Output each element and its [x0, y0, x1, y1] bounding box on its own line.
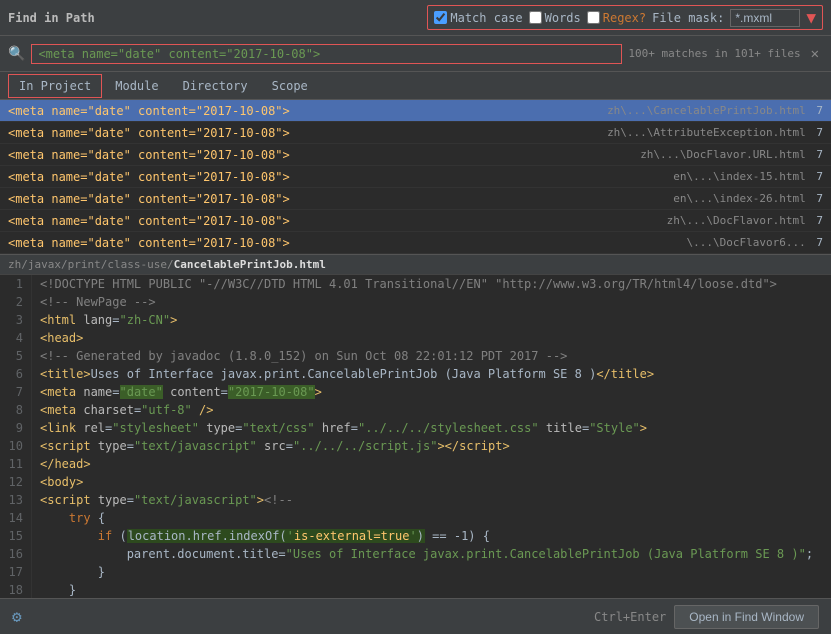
file-mask-label: File mask:: [652, 11, 724, 25]
code-line: 12 <body>: [0, 473, 831, 491]
code-line: 13 <script type="text/javascript"><!--: [0, 491, 831, 509]
words-option[interactable]: Words: [529, 11, 581, 25]
result-row[interactable]: <meta name="date" content="2017-10-08"> …: [0, 188, 831, 210]
match-count: 100+ matches in 101+ files: [628, 47, 800, 60]
result-file-path: zh\...\CancelablePrintJob.html 7: [607, 104, 823, 117]
result-row[interactable]: <meta name="date" content="2017-10-08"> …: [0, 122, 831, 144]
result-match-text: <meta name="date" content="2017-10-08">: [8, 104, 290, 118]
code-line: 14 try {: [0, 509, 831, 527]
result-row[interactable]: <meta name="date" content="2017-10-08"> …: [0, 210, 831, 232]
code-line-highlighted: 7 <meta name="date" content="2017-10-08"…: [0, 383, 831, 401]
filter-icon[interactable]: ▼: [806, 8, 816, 27]
result-file-path: zh\...\DocFlavor.html 7: [667, 214, 823, 227]
code-line: 9 <link rel="stylesheet" type="text/css"…: [0, 419, 831, 437]
result-row[interactable]: <meta name="date" content="2017-10-08"> …: [0, 166, 831, 188]
result-match-text: <meta name="date" content="2017-10-08">: [8, 170, 290, 184]
result-file-path: zh\...\AttributeException.html 7: [607, 126, 823, 139]
scope-tabs: In Project Module Directory Scope: [0, 72, 831, 100]
code-line: 16 parent.document.title="Uses of Interf…: [0, 545, 831, 563]
result-match-text: <meta name="date" content="2017-10-08">: [8, 148, 290, 162]
result-match-text: <meta name="date" content="2017-10-08">: [8, 214, 290, 228]
result-file-path: en\...\index-15.html 7: [673, 170, 823, 183]
code-line: 8 <meta charset="utf-8" />: [0, 401, 831, 419]
clear-search-button[interactable]: ✕: [807, 46, 823, 62]
result-match-text: <meta name="date" content="2017-10-08">: [8, 192, 290, 206]
result-row[interactable]: <meta name="date" content="2017-10-08"> …: [0, 232, 831, 254]
words-label: Words: [545, 11, 581, 25]
tab-module[interactable]: Module: [104, 74, 169, 98]
file-path-filename: CancelablePrintJob.html: [174, 258, 326, 271]
match-case-checkbox[interactable]: [434, 11, 447, 24]
code-line: 11 </head>: [0, 455, 831, 473]
tab-in-project[interactable]: In Project: [8, 74, 102, 98]
search-icon: 🔍: [8, 46, 25, 62]
search-options-panel: Match case Words Regex? File mask: ▼: [427, 5, 823, 30]
search-bar: 🔍 100+ matches in 101+ files ✕: [0, 36, 831, 72]
result-file-path: zh\...\DocFlavor.URL.html 7: [640, 148, 823, 161]
words-checkbox[interactable]: [529, 11, 542, 24]
dialog-title: Find in Path: [8, 11, 95, 25]
code-line: 18 }: [0, 581, 831, 598]
result-match-text: <meta name="date" content="2017-10-08">: [8, 126, 290, 140]
main-content: <meta name="date" content="2017-10-08"> …: [0, 100, 831, 598]
result-row[interactable]: <meta name="date" content="2017-10-08"> …: [0, 100, 831, 122]
top-bar: Find in Path Match case Words Regex? Fil…: [0, 0, 831, 36]
match-case-label: Match case: [450, 11, 522, 25]
regex-checkbox[interactable]: [587, 11, 600, 24]
keyboard-shortcut: Ctrl+Enter: [594, 610, 666, 624]
code-line: 17 }: [0, 563, 831, 581]
code-line: 4 <head>: [0, 329, 831, 347]
code-line: 10 <script type="text/javascript" src=".…: [0, 437, 831, 455]
file-path-prefix: zh/javax/print/class-use/: [8, 258, 174, 271]
code-line: 1 <!DOCTYPE HTML PUBLIC "-//W3C//DTD HTM…: [0, 275, 831, 293]
search-input[interactable]: [31, 44, 622, 64]
code-view: 1 <!DOCTYPE HTML PUBLIC "-//W3C//DTD HTM…: [0, 275, 831, 598]
tab-directory[interactable]: Directory: [172, 74, 259, 98]
result-file-path: en\...\index-26.html 7: [673, 192, 823, 205]
result-row[interactable]: <meta name="date" content="2017-10-08"> …: [0, 144, 831, 166]
results-list: <meta name="date" content="2017-10-08"> …: [0, 100, 831, 255]
tab-scope[interactable]: Scope: [261, 74, 319, 98]
regex-label: Regex?: [603, 11, 646, 25]
result-file-path: \...\DocFlavor6... 7: [687, 236, 823, 249]
file-mask-input[interactable]: [730, 9, 800, 27]
file-path-header: zh/javax/print/class-use/CancelablePrint…: [0, 255, 831, 275]
bottom-bar: ⚙ Ctrl+Enter Open in Find Window: [0, 598, 831, 634]
code-line: 3 <html lang="zh-CN">: [0, 311, 831, 329]
code-line: 6 <title>Uses of Interface javax.print.C…: [0, 365, 831, 383]
gear-icon[interactable]: ⚙: [12, 607, 22, 626]
regex-option[interactable]: Regex?: [587, 11, 646, 25]
code-line: 5 <!-- Generated by javadoc (1.8.0_152) …: [0, 347, 831, 365]
code-line: 15 if (location.href.indexOf('is-externa…: [0, 527, 831, 545]
code-line: 2 <!-- NewPage -->: [0, 293, 831, 311]
open-in-find-window-button[interactable]: Open in Find Window: [674, 605, 819, 629]
match-case-option[interactable]: Match case: [434, 11, 522, 25]
result-match-text: <meta name="date" content="2017-10-08">: [8, 236, 290, 250]
